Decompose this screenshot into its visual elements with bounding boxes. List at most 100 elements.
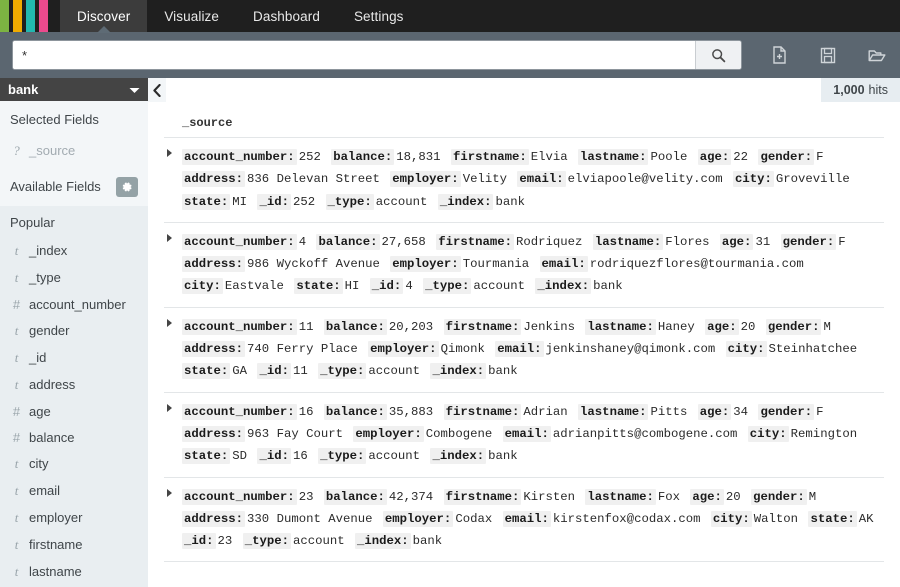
field-value: GA	[230, 364, 250, 378]
field-value: 252	[297, 150, 324, 164]
chevron-down-icon	[129, 82, 140, 97]
search-button[interactable]	[695, 41, 741, 69]
collapse-sidebar-button[interactable]	[148, 78, 166, 102]
field-value: 42,374	[387, 490, 436, 504]
field-value: Walton	[752, 512, 801, 526]
field-value: 11	[291, 364, 311, 378]
expand-document-button[interactable]	[164, 316, 182, 383]
tab-dashboard[interactable]: Dashboard	[236, 0, 337, 32]
field-type-icon: t	[10, 243, 23, 259]
kibana-logo	[0, 0, 48, 32]
field-name: email	[29, 483, 60, 498]
field-value: Poole	[648, 150, 690, 164]
sidebar-field-age[interactable]: #age	[0, 399, 148, 425]
field-value: M	[821, 320, 833, 334]
field-value: Jenkins	[521, 320, 578, 334]
field-key: account_number:	[182, 404, 297, 420]
field-key: age:	[720, 234, 754, 250]
field-key: employer:	[390, 171, 460, 187]
sidebar-field-balance[interactable]: #balance	[0, 425, 148, 451]
field-key: balance:	[324, 489, 387, 505]
field-key: age:	[690, 489, 724, 505]
sidebar-field-address[interactable]: taddress	[0, 372, 148, 399]
search-actions	[768, 43, 888, 67]
tab-settings[interactable]: Settings	[337, 0, 421, 32]
new-search-button[interactable]	[768, 43, 790, 67]
field-type-icon: t	[10, 483, 23, 499]
sidebar-field-firstname[interactable]: tfirstname	[0, 532, 148, 559]
tab-visualize[interactable]: Visualize	[147, 0, 236, 32]
expand-document-button[interactable]	[164, 231, 182, 298]
field-value: 20	[724, 490, 744, 504]
field-type-icon: #	[10, 297, 23, 312]
field-value: Eastvale	[223, 279, 287, 293]
tab-discover[interactable]: Discover	[60, 0, 147, 32]
sidebar-field-email[interactable]: temail	[0, 478, 148, 505]
logo-bar-4	[39, 0, 48, 32]
index-pattern-selector[interactable]: bank	[0, 78, 148, 101]
open-search-button[interactable]	[866, 43, 888, 67]
sidebar-field-account_number[interactable]: #account_number	[0, 292, 148, 318]
field-key: lastname:	[585, 319, 655, 335]
field-value: Combogene	[424, 427, 495, 441]
sidebar-field-city[interactable]: tcity	[0, 451, 148, 478]
sidebar-field-gender[interactable]: tgender	[0, 318, 148, 345]
field-key: _type:	[423, 278, 471, 294]
field-key: state:	[294, 278, 342, 294]
field-sidebar: bank Selected Fields ?_source Available …	[0, 78, 148, 587]
field-value: Elvia	[529, 150, 571, 164]
field-key: city:	[748, 426, 789, 442]
field-key: firstname:	[451, 149, 529, 165]
field-settings-button[interactable]	[116, 177, 138, 197]
popular-label: Popular	[0, 206, 148, 238]
field-name: age	[29, 404, 51, 419]
field-type-icon: #	[10, 430, 23, 445]
field-key: balance:	[324, 319, 387, 335]
expand-document-button[interactable]	[164, 146, 182, 213]
field-value: Groveville	[774, 172, 853, 186]
search-input[interactable]	[13, 41, 695, 69]
field-key: age:	[705, 319, 739, 335]
field-key: employer:	[383, 511, 453, 527]
table-row: account_number:11 balance:20,203 firstna…	[164, 308, 884, 393]
field-value: account	[366, 364, 423, 378]
field-key: gender:	[758, 404, 814, 420]
sidebar-field-index[interactable]: t_index	[0, 238, 148, 265]
field-key: address:	[182, 511, 245, 527]
field-value: bank	[486, 449, 521, 463]
sidebar-field-employer[interactable]: temployer	[0, 505, 148, 532]
field-key: _index:	[355, 533, 411, 549]
field-key: account_number:	[182, 149, 297, 165]
document-source-cell: account_number:4 balance:27,658 firstnam…	[182, 231, 884, 298]
expand-document-button[interactable]	[164, 401, 182, 468]
available-fields-label: Available Fields	[10, 179, 101, 194]
document-table: _source account_number:252 balance:18,83…	[148, 102, 900, 587]
tab-label: Visualize	[164, 9, 219, 24]
field-value: Flores	[663, 235, 712, 249]
field-value: 836 Delevan Street	[245, 172, 383, 186]
sidebar-field-type[interactable]: t_type	[0, 265, 148, 292]
field-key: address:	[182, 341, 245, 357]
sidebar-field-lastname[interactable]: tlastname	[0, 559, 148, 586]
field-key: city:	[182, 278, 223, 294]
field-key: city:	[733, 171, 774, 187]
field-key: lastname:	[585, 489, 655, 505]
sidebar-field-id[interactable]: t_id	[0, 345, 148, 372]
nav-items: Discover Visualize DashboardSettings	[60, 0, 421, 32]
save-search-button[interactable]	[817, 43, 839, 67]
field-key: address:	[182, 426, 245, 442]
field-key: email:	[503, 426, 551, 442]
field-type-icon: ?	[10, 143, 23, 159]
field-value: 986 Wyckoff Avenue	[245, 257, 383, 271]
field-key: _index:	[535, 278, 591, 294]
field-type-icon: t	[10, 350, 23, 366]
sidebar-field-source[interactable]: ?_source	[0, 137, 148, 167]
field-name: _type	[29, 270, 61, 285]
field-key: age:	[698, 149, 732, 165]
expand-document-button[interactable]	[164, 486, 182, 553]
sidebar-field-list: Selected Fields ?_source Available Field…	[0, 101, 148, 587]
field-value: F	[814, 150, 826, 164]
search-toolbar	[0, 32, 900, 78]
field-key: employer:	[390, 256, 460, 272]
field-value: F	[814, 405, 826, 419]
